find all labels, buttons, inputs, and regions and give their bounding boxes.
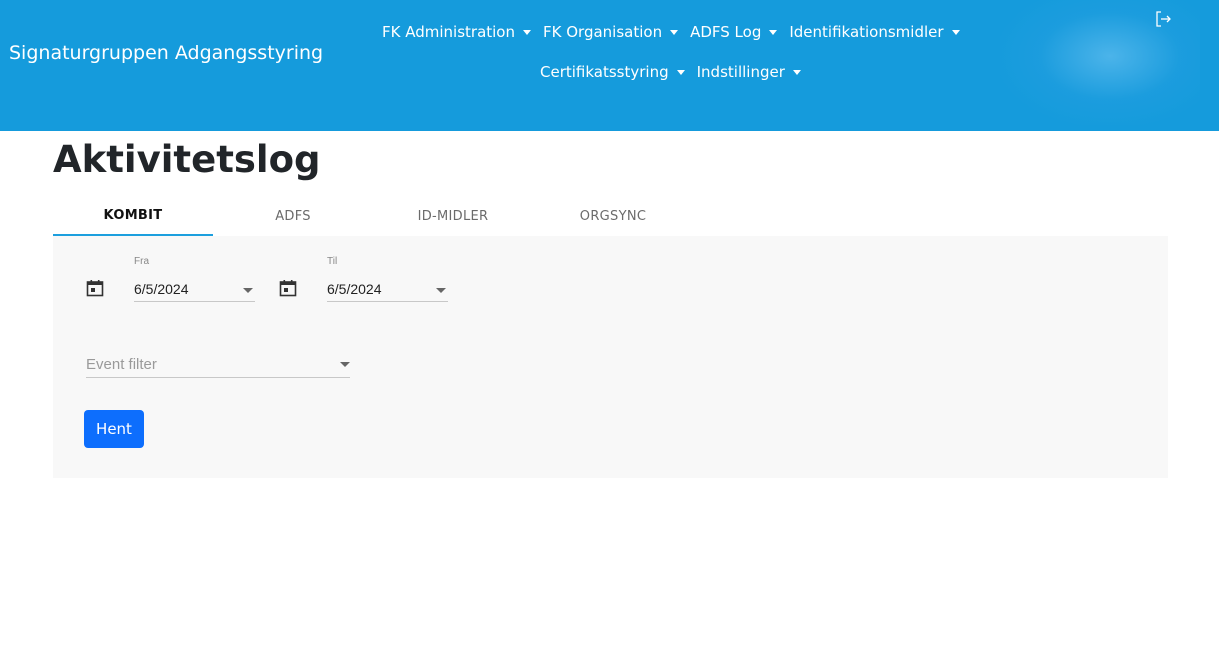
calendar-icon[interactable]: [279, 279, 297, 297]
tab-kombit[interactable]: KOMBIT: [53, 196, 213, 236]
to-date-label: Til: [327, 256, 338, 267]
from-date-value: 6/5/2024: [134, 281, 189, 297]
nav-fk-organisation[interactable]: FK Organisation: [543, 23, 679, 41]
top-header: Signaturgruppen Adgangsstyring FK Admini…: [0, 0, 1219, 131]
to-date-picker[interactable]: 6/5/2024: [327, 276, 448, 302]
nav-row-secondary: Certifikatsstyring Indstillinger: [540, 60, 813, 84]
caret-down-icon: [676, 69, 685, 75]
fetch-button[interactable]: Hent: [84, 410, 144, 448]
event-filter-placeholder: Event filter: [86, 356, 157, 373]
nav-indstillinger[interactable]: Indstillinger: [697, 63, 801, 81]
caret-down-icon: [523, 29, 531, 35]
calendar-icon[interactable]: [86, 279, 104, 297]
tab-id-midler[interactable]: ID-MIDLER: [373, 196, 533, 236]
from-date-label: Fra: [134, 256, 149, 267]
tab-bar: KOMBIT ADFS ID-MIDLER ORGSYNC: [53, 196, 693, 236]
tab-adfs[interactable]: ADFS: [213, 196, 373, 236]
nav-label: ADFS Log: [690, 23, 762, 41]
caret-down-icon: [670, 29, 679, 35]
nav-label: Identifikationsmidler: [789, 23, 944, 41]
caret-down-icon: [951, 29, 960, 35]
dropdown-arrow-icon: [243, 288, 253, 293]
dropdown-arrow-icon: [340, 362, 350, 367]
nav-adfs-log[interactable]: ADFS Log: [690, 23, 778, 41]
from-date-picker[interactable]: 6/5/2024: [134, 276, 255, 302]
nav-certifikatsstyring[interactable]: Certifikatsstyring: [540, 63, 685, 81]
nav-label: FK Administration: [382, 23, 515, 41]
nav-fk-administration[interactable]: FK Administration: [382, 23, 531, 41]
nav-row-primary: FK Administration FK Organisation ADFS L…: [382, 20, 972, 44]
caret-down-icon: [792, 69, 801, 75]
to-date-value: 6/5/2024: [327, 281, 382, 297]
page-title: Aktivitetslog: [53, 138, 321, 181]
dropdown-arrow-icon: [436, 288, 446, 293]
filter-panel: Fra 6/5/2024 Til 6/5/2024 Event filter H…: [53, 236, 1168, 478]
nav-label: Certifikatsstyring: [540, 63, 669, 81]
nav-identifikationsmidler[interactable]: Identifikationsmidler: [789, 23, 960, 41]
event-filter-select[interactable]: Event filter: [86, 352, 350, 378]
brand-title[interactable]: Signaturgruppen Adgangsstyring: [9, 42, 323, 64]
nav-label: Indstillinger: [696, 63, 785, 81]
tab-orgsync[interactable]: ORGSYNC: [533, 196, 693, 236]
logout-icon[interactable]: [1154, 10, 1172, 28]
caret-down-icon: [769, 29, 778, 35]
nav-label: FK Organisation: [543, 23, 663, 41]
